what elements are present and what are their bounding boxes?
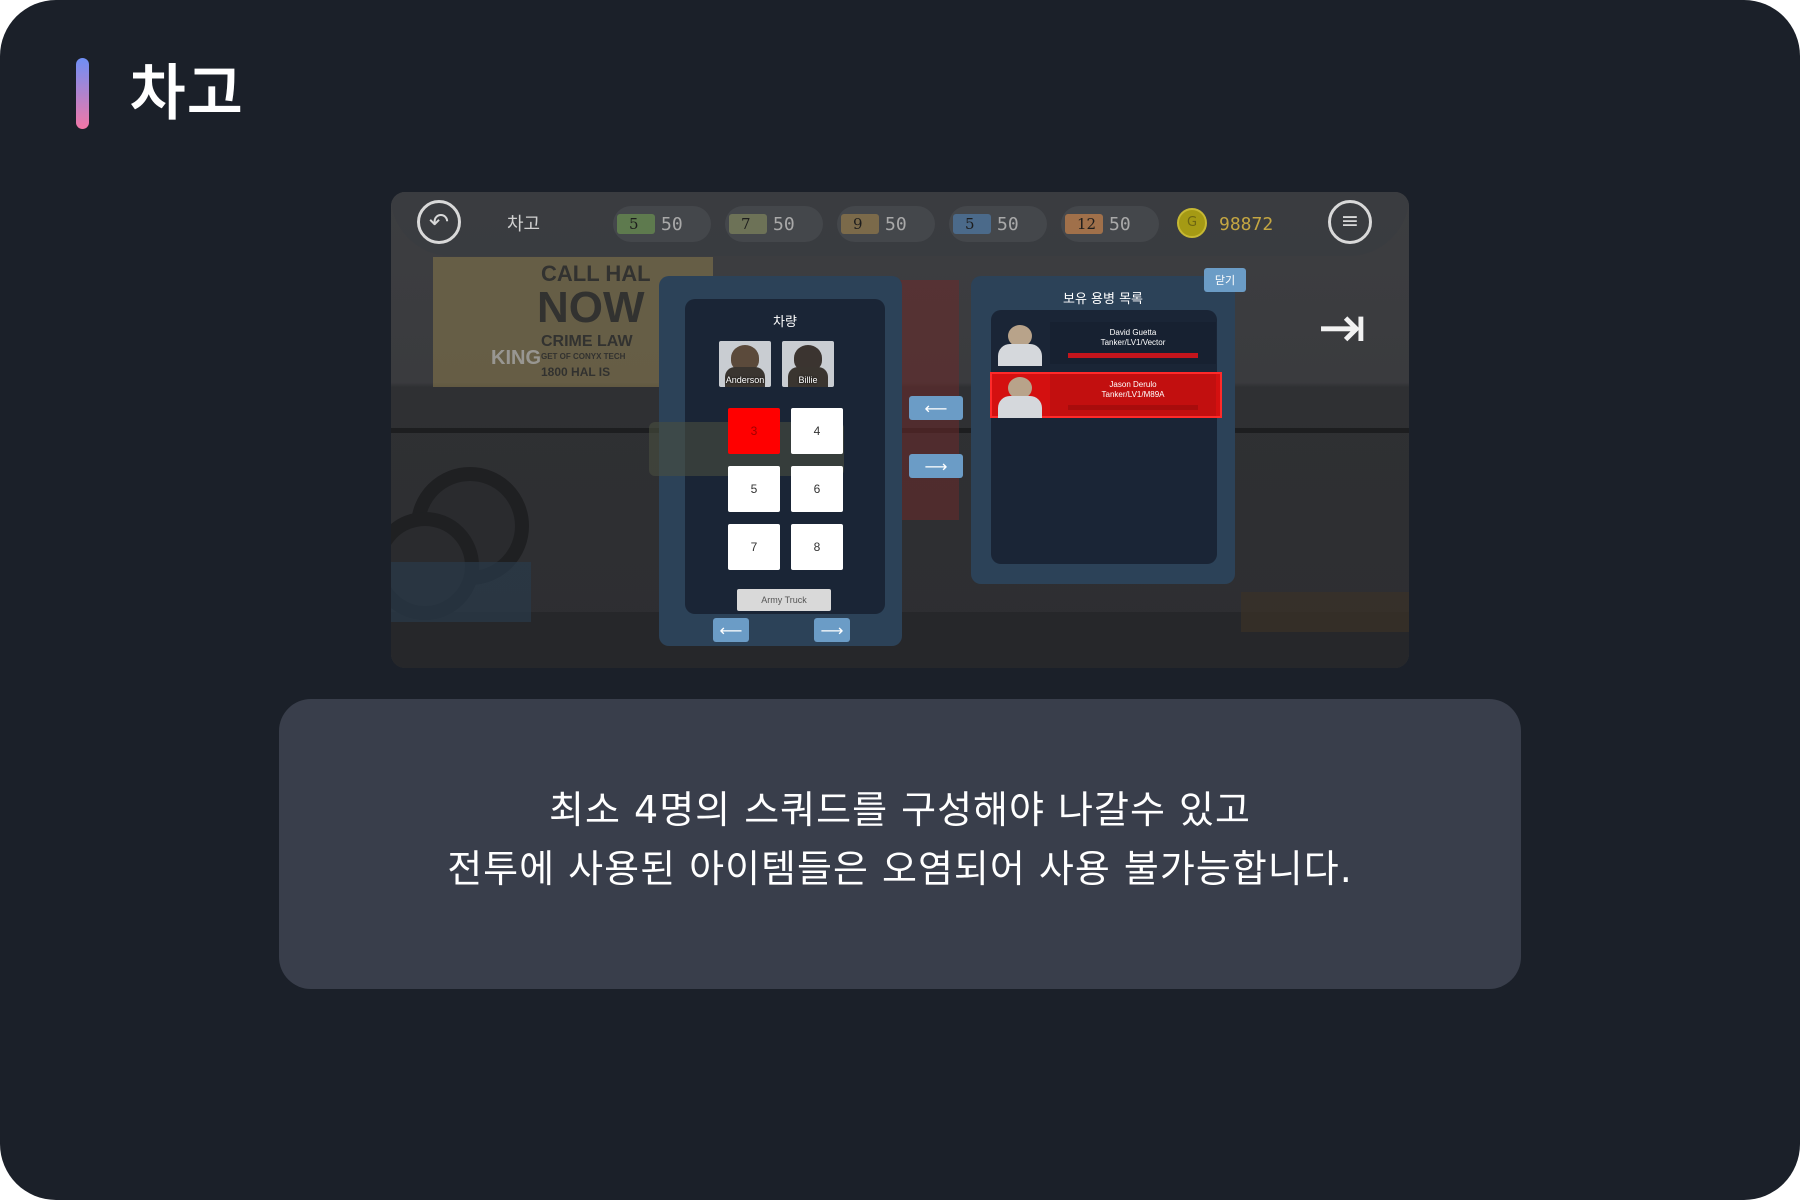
resource-3-badge: 9 xyxy=(853,215,863,233)
vehicle-panel-title: 차량 xyxy=(773,315,797,330)
poster-line5: 1800 HAL IS xyxy=(541,365,611,379)
resource-2-badge: 7 xyxy=(741,215,751,233)
mercenary-body xyxy=(998,396,1042,418)
resource-5-badge: 12 xyxy=(1077,215,1097,233)
resource-4-count: 50 xyxy=(997,214,1019,235)
resource-1: 5 50 xyxy=(613,206,711,242)
resource-3-count: 50 xyxy=(885,214,907,235)
crew-name: Billie xyxy=(798,375,818,385)
mercenary-info: David Guetta Tanker/LV1/Vector xyxy=(1050,322,1216,364)
mercenary-item-selected[interactable]: Jason Derulo Tanker/LV1/M89A xyxy=(990,372,1222,418)
gold-amount: 98872 xyxy=(1219,214,1274,235)
assign-to-vehicle-button[interactable]: ⟵ xyxy=(909,396,963,420)
poster-line2: NOW xyxy=(537,283,645,332)
description-box: 최소 4명의 스쿼드를 구성해야 나갈수 있고 전투에 사용된 아이템들은 오염… xyxy=(279,699,1521,989)
seat-slot-5[interactable]: 5 xyxy=(728,466,780,512)
resource-1-badge: 5 xyxy=(629,215,639,233)
resource-4-badge: 5 xyxy=(965,215,975,233)
menu-button[interactable]: ≡ xyxy=(1328,200,1372,244)
poster-line4: GET OF CONYX TECH xyxy=(541,352,626,361)
top-bar: ↶ 차고 5 50 7 50 9 50 5 50 12 50 G 98872 ≡ xyxy=(391,192,1409,256)
resource-2: 7 50 xyxy=(725,206,823,242)
title-accent-bar xyxy=(76,58,89,129)
workbench xyxy=(1241,592,1409,632)
poster-line3: CRIME LAW xyxy=(541,333,633,350)
game-screenshot: CALL HAL NOW CRIME LAW GET OF CONYX TECH… xyxy=(391,192,1409,668)
seat-slot-4[interactable]: 4 xyxy=(791,408,843,454)
mercenary-portrait xyxy=(992,322,1048,366)
back-button[interactable]: ↶ xyxy=(417,200,461,244)
next-vehicle-button[interactable]: ⟶ xyxy=(814,618,850,642)
crew-name: Anderson xyxy=(725,375,765,385)
mercenary-detail: Tanker/LV1/M89A xyxy=(1101,390,1165,399)
blue-barrels xyxy=(391,562,531,622)
resource-3: 9 50 xyxy=(837,206,935,242)
remove-from-vehicle-button[interactable]: ⟶ xyxy=(909,454,963,478)
description-line-2: 전투에 사용된 아이템들은 오염되어 사용 불가능합니다. xyxy=(447,847,1353,891)
resource-2-count: 50 xyxy=(773,214,795,235)
back-arrow-icon: ↶ xyxy=(428,208,450,236)
prev-vehicle-button[interactable]: ⟵ xyxy=(713,618,749,642)
mercenary-name: David Guetta xyxy=(1109,328,1157,337)
poster-logo: KING xyxy=(491,347,541,369)
seat-slot-7[interactable]: 7 xyxy=(728,524,780,570)
mercenary-panel-title: 보유 용병 목록 xyxy=(1062,292,1144,307)
slide-card: 차고 CALL HAL NOW CRIME LAW GET OF CONYX T… xyxy=(0,0,1800,1200)
mercenary-body xyxy=(998,344,1042,366)
mercenary-hp-bar xyxy=(1068,405,1198,410)
gold-coin-icon: G xyxy=(1177,208,1207,238)
resource-5: 12 50 xyxy=(1061,206,1159,242)
crew-portrait-billie[interactable]: Billie xyxy=(782,341,834,387)
resource-4: 5 50 xyxy=(949,206,1047,242)
crew-portrait-anderson[interactable]: Anderson xyxy=(719,341,771,387)
mercenary-portrait xyxy=(992,374,1048,418)
seat-slot-6[interactable]: 6 xyxy=(791,466,843,512)
vehicle-name-label: Army Truck xyxy=(737,589,831,611)
resource-5-count: 50 xyxy=(1109,214,1131,235)
resource-1-count: 50 xyxy=(661,214,683,235)
seat-slot-3[interactable]: 3 xyxy=(728,408,780,454)
mercenary-hp-bar xyxy=(1068,353,1198,358)
hamburger-menu-icon: ≡ xyxy=(1340,209,1360,234)
mercenary-info: Jason Derulo Tanker/LV1/M89A xyxy=(1050,374,1216,416)
mercenary-name: Jason Derulo xyxy=(1109,380,1157,389)
seat-slot-8[interactable]: 8 xyxy=(791,524,843,570)
close-button[interactable]: 닫기 xyxy=(1204,268,1246,292)
screen-title: 차고 xyxy=(507,214,541,235)
exit-door-icon[interactable]: ⇥ xyxy=(1309,294,1375,360)
description-line-1: 최소 4명의 스쿼드를 구성해야 나갈수 있고 xyxy=(549,788,1251,832)
page-title: 차고 xyxy=(130,59,245,129)
mercenary-item[interactable]: David Guetta Tanker/LV1/Vector xyxy=(992,322,1220,366)
mercenary-detail: Tanker/LV1/Vector xyxy=(1100,338,1166,347)
gold-counter: G 98872 xyxy=(1177,206,1347,242)
